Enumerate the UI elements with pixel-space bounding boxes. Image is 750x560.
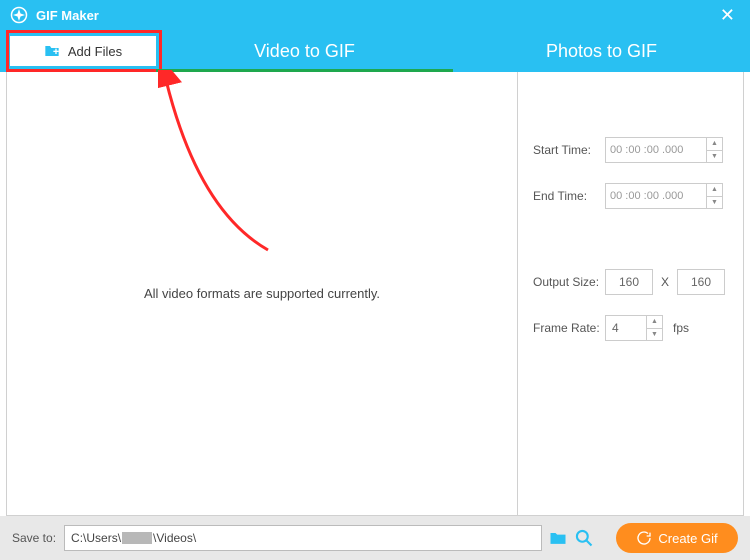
- tab-video-to-gif[interactable]: Video to GIF: [156, 30, 453, 72]
- start-time-label: Start Time:: [533, 143, 605, 157]
- end-time-input[interactable]: 00 :00 :00 .000 ▲▼: [605, 183, 723, 209]
- add-files-button[interactable]: Add Files: [10, 36, 156, 66]
- content-area: All video formats are supported currentl…: [6, 72, 744, 516]
- output-height-input[interactable]: [677, 269, 725, 295]
- output-width-input[interactable]: [605, 269, 653, 295]
- start-time-input[interactable]: 00 :00 :00 .000 ▲▼: [605, 137, 723, 163]
- titlebar: GIF Maker ✕: [0, 0, 750, 30]
- app-title: GIF Maker: [36, 8, 715, 23]
- redacted-username: [122, 532, 152, 544]
- start-time-spinner[interactable]: ▲▼: [706, 138, 722, 162]
- settings-panel: Start Time: 00 :00 :00 .000 ▲▼ End Time:…: [518, 72, 743, 515]
- size-separator: X: [661, 275, 669, 289]
- add-files-label: Add Files: [68, 44, 122, 59]
- preview-message: All video formats are supported currentl…: [144, 286, 380, 301]
- search-icon[interactable]: [574, 528, 594, 548]
- create-gif-label: Create Gif: [658, 531, 717, 546]
- app-icon: [10, 6, 28, 24]
- preview-pane: All video formats are supported currentl…: [7, 72, 518, 515]
- output-size-label: Output Size:: [533, 275, 605, 289]
- end-time-spinner[interactable]: ▲▼: [706, 184, 722, 208]
- tabs: Video to GIF Photos to GIF: [156, 30, 750, 72]
- tab-photos-to-gif[interactable]: Photos to GIF: [453, 30, 750, 72]
- save-path-input[interactable]: C:\Users\\Videos\: [64, 525, 542, 551]
- add-files-icon: [44, 44, 60, 58]
- footer: Save to: C:\Users\\Videos\ Create Gif: [0, 516, 750, 560]
- create-gif-button[interactable]: Create Gif: [616, 523, 738, 553]
- close-button[interactable]: ✕: [715, 5, 740, 26]
- frame-rate-input[interactable]: 4 ▲▼: [605, 315, 663, 341]
- fps-unit: fps: [673, 321, 689, 335]
- save-to-label: Save to:: [12, 531, 56, 545]
- browse-folder-icon[interactable]: [548, 528, 568, 548]
- frame-rate-label: Frame Rate:: [533, 321, 605, 335]
- frame-rate-spinner[interactable]: ▲▼: [646, 316, 662, 340]
- toolbar: Add Files Video to GIF Photos to GIF: [0, 30, 750, 72]
- end-time-label: End Time:: [533, 189, 605, 203]
